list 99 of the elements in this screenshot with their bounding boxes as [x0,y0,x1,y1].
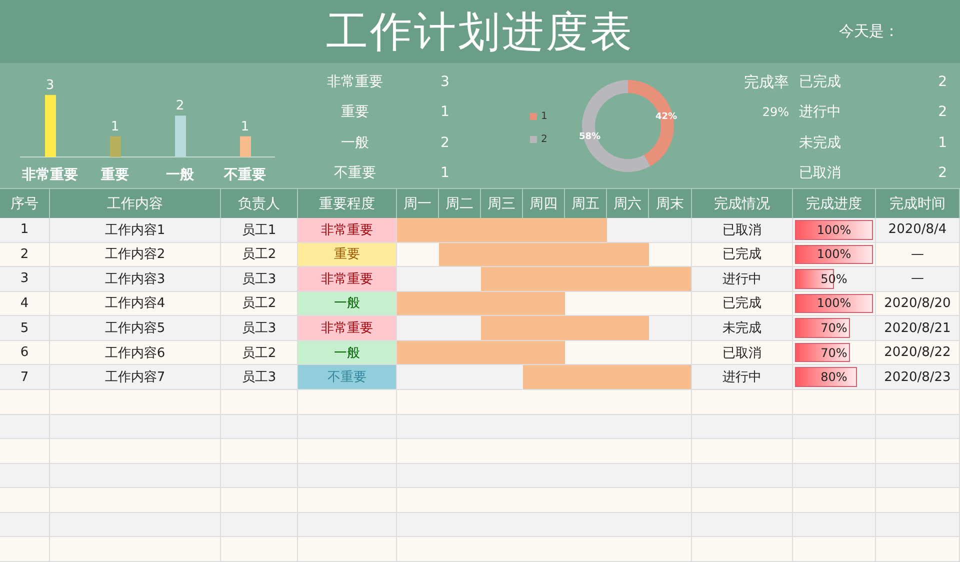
bar-value-label: 2 [176,98,184,114]
table-cell: 员工3 [221,365,298,390]
table-cell: 2020/8/23 [876,365,960,390]
importance-label: 重要 [340,103,370,122]
progress-value: 100% [816,247,852,262]
table-cell: 员工2 [221,242,298,268]
table-cell: 员工3 [221,316,298,341]
column-header: 负责人 [221,188,298,218]
bar-value-label: 1 [240,119,250,134]
importance-count: 3 [440,74,450,90]
progress-value: 70% [820,346,848,360]
column-header: 完成时间 [876,188,960,218]
column-header: 重要程度 [298,188,397,218]
importance-tag: 一般 [298,340,397,366]
column-header: 工作内容 [50,188,221,218]
importance-count: 1 [440,104,450,120]
chart-bar [175,116,186,157]
today-label: 今天是： [839,22,899,41]
status-label: 未完成 [798,134,842,152]
table-cell: 6 [0,340,50,366]
chart-bar [110,136,121,157]
table-cell: 工作内容3 [50,267,221,292]
column-header: 周六 [607,188,649,218]
importance-label: 不重要 [333,164,377,182]
category-label: 非常重要 [22,167,78,183]
bar-value-label: 1 [110,119,120,134]
column-header: 周三 [481,188,523,218]
importance-tag: 一般 [298,292,397,316]
table-cell: 7 [0,365,50,390]
importance-count: 2 [440,134,450,151]
importance-label: 非常重要 [326,73,384,92]
importance-count: 1 [440,164,450,181]
status-count: 1 [937,134,947,151]
table-cell: 2020/8/21 [876,316,960,341]
table-cell: 已取消 [692,340,793,366]
sheet-title: 工作计划进度表 [326,6,634,58]
completion-rate-value: 29% [761,105,790,120]
category-label: 不重要 [224,167,266,183]
table-cell: 已完成 [692,292,793,316]
table-cell: 工作内容6 [50,340,221,366]
status-count: 2 [937,104,947,120]
table-cell: 已取消 [692,218,793,243]
table-cell: 工作内容2 [50,242,221,268]
progress-value: 100% [816,222,852,237]
legend-swatch [530,112,537,120]
status-label: 已取消 [798,164,842,182]
status-count: 2 [937,164,947,181]
table-cell: 进行中 [692,267,793,292]
table-cell: 1 [0,218,50,243]
table-cell: 进行中 [692,365,793,390]
category-label: 重要 [101,167,129,183]
column-header: 周末 [649,188,692,218]
column-header: 序号 [0,188,50,218]
table-cell: 工作内容5 [50,316,221,341]
table-cell: 工作内容1 [50,218,221,243]
importance-tag: 不重要 [298,365,397,390]
table-cell: 员工1 [221,218,298,243]
importance-tag: 重要 [298,242,397,268]
progress-value: 70% [820,321,848,336]
importance-tag: 非常重要 [298,316,397,341]
table-cell: 员工2 [221,292,298,316]
slice-value-label: 58% [579,131,601,142]
status-label: 已完成 [798,73,842,92]
column-header: 周一 [397,188,439,218]
importance-tag: 非常重要 [298,267,397,292]
table-cell: 5 [0,316,50,341]
legend-label: 2 [541,134,548,144]
table-cell: 2020/8/20 [876,292,960,316]
table-cell: — [876,242,960,268]
progress-value: 100% [816,296,852,310]
importance-label: 一般 [340,134,370,152]
column-header: 完成进度 [793,188,876,218]
column-header: 完成情况 [692,188,793,218]
table-cell: 2020/8/4 [876,218,960,243]
table-cell: 已完成 [692,242,793,268]
table-cell: 员工3 [221,267,298,292]
table-cell: 未完成 [692,316,793,341]
status-label: 进行中 [798,103,842,122]
table-cell: 2 [0,242,50,268]
table-cell: 工作内容7 [50,365,221,390]
legend-swatch [530,136,537,142]
category-label: 一般 [166,167,194,183]
table-cell: 4 [0,292,50,316]
column-header: 周四 [523,188,565,218]
column-header: 周五 [565,188,607,218]
completion-rate-label: 完成率 [743,72,790,92]
table-cell: 工作内容4 [50,292,221,316]
table-cell: 3 [0,267,50,292]
chart-bar [240,136,251,157]
column-header: 周二 [439,188,481,218]
table-cell: 员工2 [221,340,298,366]
chart-bar [45,94,56,157]
progress-value: 80% [820,370,848,384]
bar-value-label: 3 [46,78,54,93]
table-cell: 2020/8/22 [876,340,960,366]
status-count: 2 [937,74,947,90]
legend-label: 1 [541,110,548,122]
table-cell: — [876,267,960,292]
importance-tag: 非常重要 [298,218,397,243]
